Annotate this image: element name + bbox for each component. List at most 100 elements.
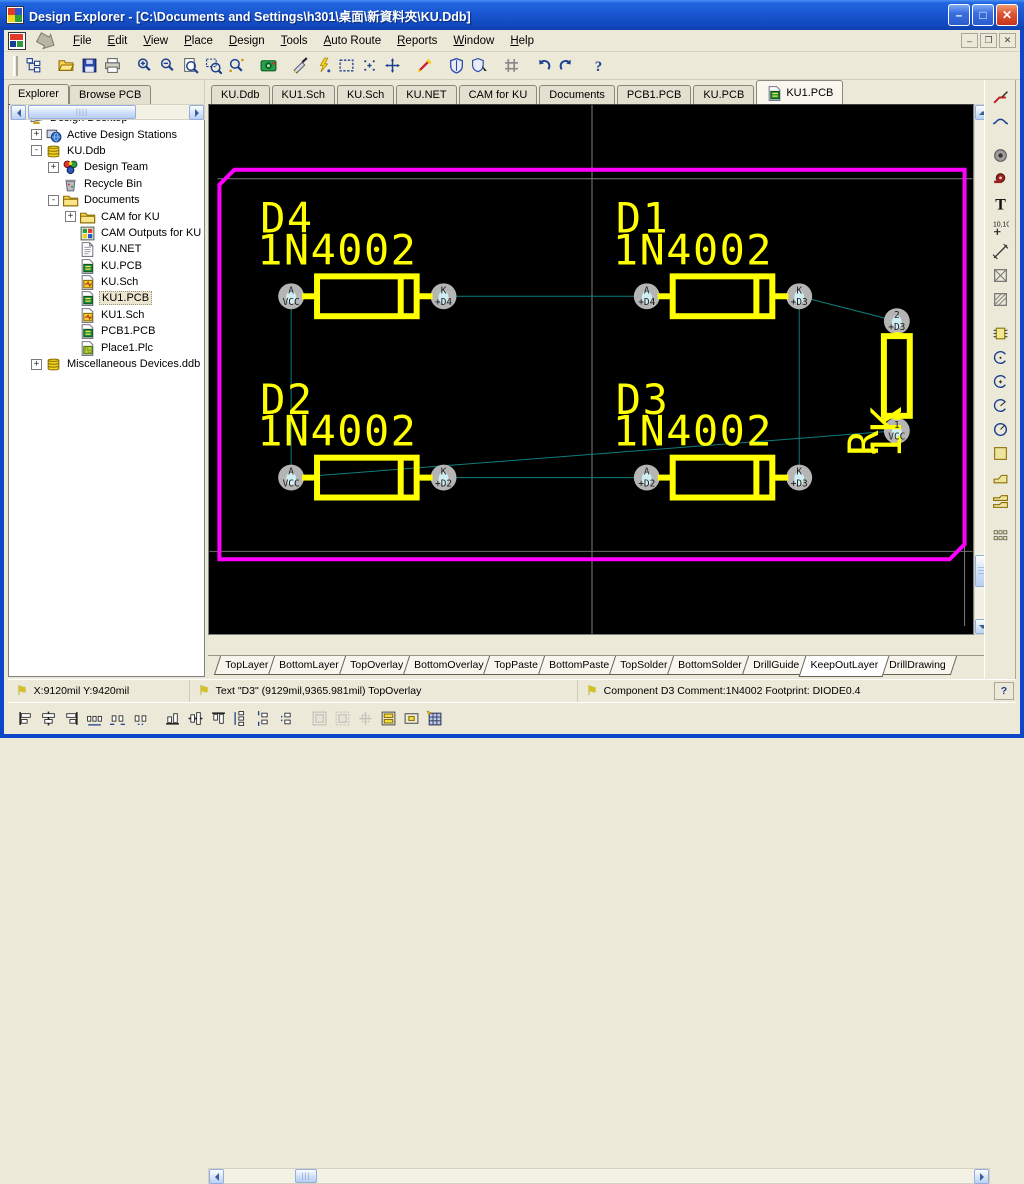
tree-item-ku-sch[interactable]: KU.Sch (10, 274, 203, 290)
help-icon[interactable]: ? (587, 54, 610, 77)
menu-view[interactable]: View (135, 32, 176, 50)
zoom-document-icon[interactable] (179, 54, 202, 77)
tree-item-design-team[interactable]: +Design Team (10, 159, 203, 175)
placement-array-icon[interactable] (423, 707, 446, 730)
layer-tab-bottomlayer[interactable]: BottomLayer (268, 656, 350, 675)
align-left-icon[interactable] (14, 707, 37, 730)
zoom-point-icon[interactable] (225, 54, 248, 77)
distribute-horizontal-icon[interactable] (83, 707, 106, 730)
wave-icon[interactable] (989, 109, 1013, 133)
save-document-icon[interactable] (78, 54, 101, 77)
align-center-vertical-icon[interactable] (184, 707, 207, 730)
layer-tab-bottompaste[interactable]: BottomPaste (538, 656, 620, 675)
mdi-close-button[interactable]: ✕ (999, 33, 1016, 48)
document-tab-ku1-pcb[interactable]: KU1.PCB (756, 80, 843, 104)
menu-design[interactable]: Design (221, 32, 273, 50)
knife-icon[interactable] (289, 54, 312, 77)
align-bottom-icon[interactable] (207, 707, 230, 730)
menu-tools[interactable]: Tools (273, 32, 316, 50)
canvas-horizontal-scrollbar[interactable]: ||| (208, 1168, 990, 1184)
shield-edit-icon[interactable] (468, 54, 491, 77)
dimension-icon[interactable] (989, 239, 1013, 263)
zoom-out-icon[interactable] (156, 54, 179, 77)
tree-item-ku-ddb[interactable]: -KU.Ddb (10, 143, 203, 159)
arc-center-icon[interactable] (989, 369, 1013, 393)
decrease-vertical-spacing-icon[interactable] (276, 707, 299, 730)
menu-reports[interactable]: Reports (389, 32, 445, 50)
menu-auto-route[interactable]: Auto Route (316, 32, 390, 50)
tree-item-miscellaneous-devices-ddb[interactable]: +Miscellaneous Devices.ddb (10, 356, 203, 372)
align-right-icon[interactable] (60, 707, 83, 730)
place-room-rect-icon[interactable] (377, 707, 400, 730)
expand-icon[interactable]: + (31, 129, 42, 140)
select-area-icon[interactable] (335, 54, 358, 77)
tree-item-ku-net[interactable]: KU.NET (10, 241, 203, 257)
redo-icon[interactable] (555, 54, 578, 77)
wand-icon[interactable] (413, 54, 436, 77)
component-icon[interactable] (989, 321, 1013, 345)
close-button[interactable]: ✕ (996, 4, 1018, 26)
arc-edge-icon[interactable] (989, 345, 1013, 369)
track-icon[interactable] (989, 85, 1013, 109)
arc-angle-icon[interactable] (989, 393, 1013, 417)
align-center-horizontal-icon[interactable] (37, 707, 60, 730)
document-tab-ku-net[interactable]: KU.NET (396, 85, 456, 104)
zoom-area-icon[interactable] (202, 54, 225, 77)
tree-item-place1-plc[interactable]: Place1.Plc (10, 339, 203, 355)
align-top-icon[interactable] (161, 707, 184, 730)
place-room-point-icon[interactable] (400, 707, 423, 730)
coordinate-icon[interactable]: 10,10 (989, 215, 1013, 239)
help-button[interactable]: ? (994, 682, 1014, 700)
menu-file[interactable]: File (65, 32, 100, 50)
tree-item-cam-for-ku[interactable]: +CAM for KU (10, 208, 203, 224)
tree-item-ku1-pcb[interactable]: KU1.PCB (10, 290, 203, 306)
increase-vertical-spacing-icon[interactable] (253, 707, 276, 730)
menu-edit[interactable]: Edit (100, 32, 136, 50)
undo-icon[interactable] (532, 54, 555, 77)
distribute-vertical-icon[interactable] (230, 707, 253, 730)
collapse-icon[interactable]: - (48, 195, 59, 206)
toolbar-handle[interactable] (13, 56, 18, 76)
move-icon[interactable] (381, 54, 404, 77)
circle-icon[interactable] (989, 417, 1013, 441)
document-tab-pcb1-pcb[interactable]: PCB1.PCB (617, 85, 691, 104)
tree-item-active-design-stations[interactable]: +Active Design Stations (10, 126, 203, 142)
tree-item-ku-pcb[interactable]: KU.PCB (10, 258, 203, 274)
tree-item-ku1-sch[interactable]: KU1.Sch (10, 307, 203, 323)
layer-tab-drilldrawing[interactable]: DrillDrawing (878, 656, 957, 675)
mdi-restore-button[interactable]: ❐ (980, 33, 997, 48)
collapse-icon[interactable]: - (31, 145, 42, 156)
panel-pulldown-icon[interactable] (35, 32, 57, 50)
fill-icon[interactable] (989, 441, 1013, 465)
tree-item-recycle-bin[interactable]: Recycle Bin (10, 176, 203, 192)
document-tab-documents[interactable]: Documents (539, 85, 615, 104)
document-tab-ku-sch[interactable]: KU.Sch (337, 85, 394, 104)
tree-item-cam-outputs-for-ku[interactable]: CAM Outputs for KU (10, 225, 203, 241)
shield-icon[interactable] (445, 54, 468, 77)
layer-tab-keepoutlayer[interactable]: KeepOutLayer (799, 656, 890, 677)
pad-icon[interactable] (989, 143, 1013, 167)
capture-icon[interactable] (257, 54, 280, 77)
expand-icon[interactable]: + (65, 211, 76, 222)
deselect-icon[interactable] (358, 54, 381, 77)
document-tab-cam-for-ku[interactable]: CAM for KU (459, 85, 538, 104)
expand-icon[interactable]: + (31, 359, 42, 370)
print-icon[interactable] (101, 54, 124, 77)
document-tab-ku-ddb[interactable]: KU.Ddb (211, 85, 270, 104)
via-icon[interactable] (989, 167, 1013, 191)
tab-explorer[interactable]: Explorer (8, 84, 69, 104)
menu-place[interactable]: Place (176, 32, 221, 50)
string-icon[interactable]: T (989, 191, 1013, 215)
increase-horizontal-spacing-icon[interactable] (106, 707, 129, 730)
design-manager-icon[interactable] (23, 54, 46, 77)
menu-help[interactable]: Help (502, 32, 542, 50)
mdi-minimize-button[interactable]: – (961, 33, 978, 48)
expand-icon[interactable]: + (48, 162, 59, 173)
minimize-button[interactable]: – (948, 4, 970, 26)
pcb-canvas[interactable]: D41N4002AVCCK+D4D11N4002A+D4K+D3D21N4002… (208, 104, 974, 635)
zoom-in-icon[interactable] (133, 54, 156, 77)
document-tab-ku-pcb[interactable]: KU.PCB (693, 85, 754, 104)
split-plane-icon[interactable] (989, 489, 1013, 513)
room-icon[interactable] (989, 263, 1013, 287)
pad-array-icon[interactable] (989, 523, 1013, 547)
